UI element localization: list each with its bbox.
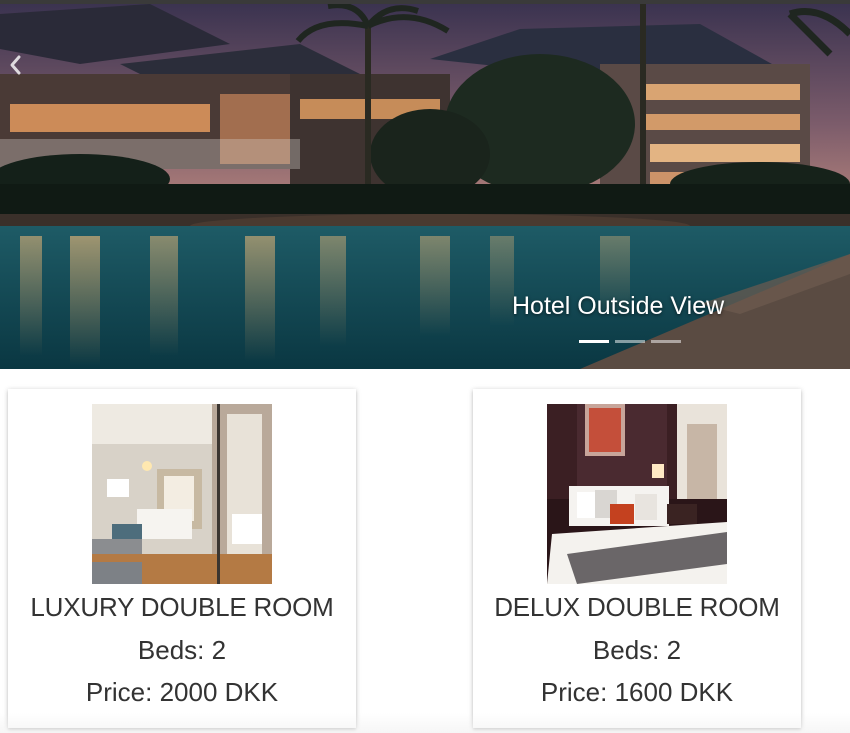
carousel-indicators	[579, 340, 681, 343]
room-image-luxury	[92, 404, 272, 584]
carousel-indicator-1[interactable]	[579, 340, 609, 343]
room-title: DELUX DOUBLE ROOM	[494, 592, 780, 622]
room-image-delux	[547, 404, 727, 584]
room-beds: Beds: 2	[592, 635, 682, 665]
room-card-delux[interactable]: DELUX DOUBLE ROOM Beds: 2 Price: 1600 DK…	[473, 389, 801, 728]
hero-carousel[interactable]: Hotel Outside View	[0, 4, 850, 369]
room-beds: Beds: 2	[137, 635, 227, 665]
room-card-luxury[interactable]: LUXURY DOUBLE ROOM Beds: 2 Price: 2000 D…	[8, 389, 356, 728]
slide-caption: Hotel Outside View	[512, 292, 725, 320]
room-title: LUXURY DOUBLE ROOM	[30, 592, 334, 622]
room-price: Price: 2000 DKK	[85, 677, 279, 707]
room-price: Price: 1600 DKK	[540, 677, 734, 707]
chevron-left-icon	[10, 55, 21, 75]
carousel-indicator-2[interactable]	[615, 340, 645, 343]
carousel-prev-button[interactable]	[8, 54, 32, 88]
carousel-indicator-3[interactable]	[651, 340, 681, 343]
